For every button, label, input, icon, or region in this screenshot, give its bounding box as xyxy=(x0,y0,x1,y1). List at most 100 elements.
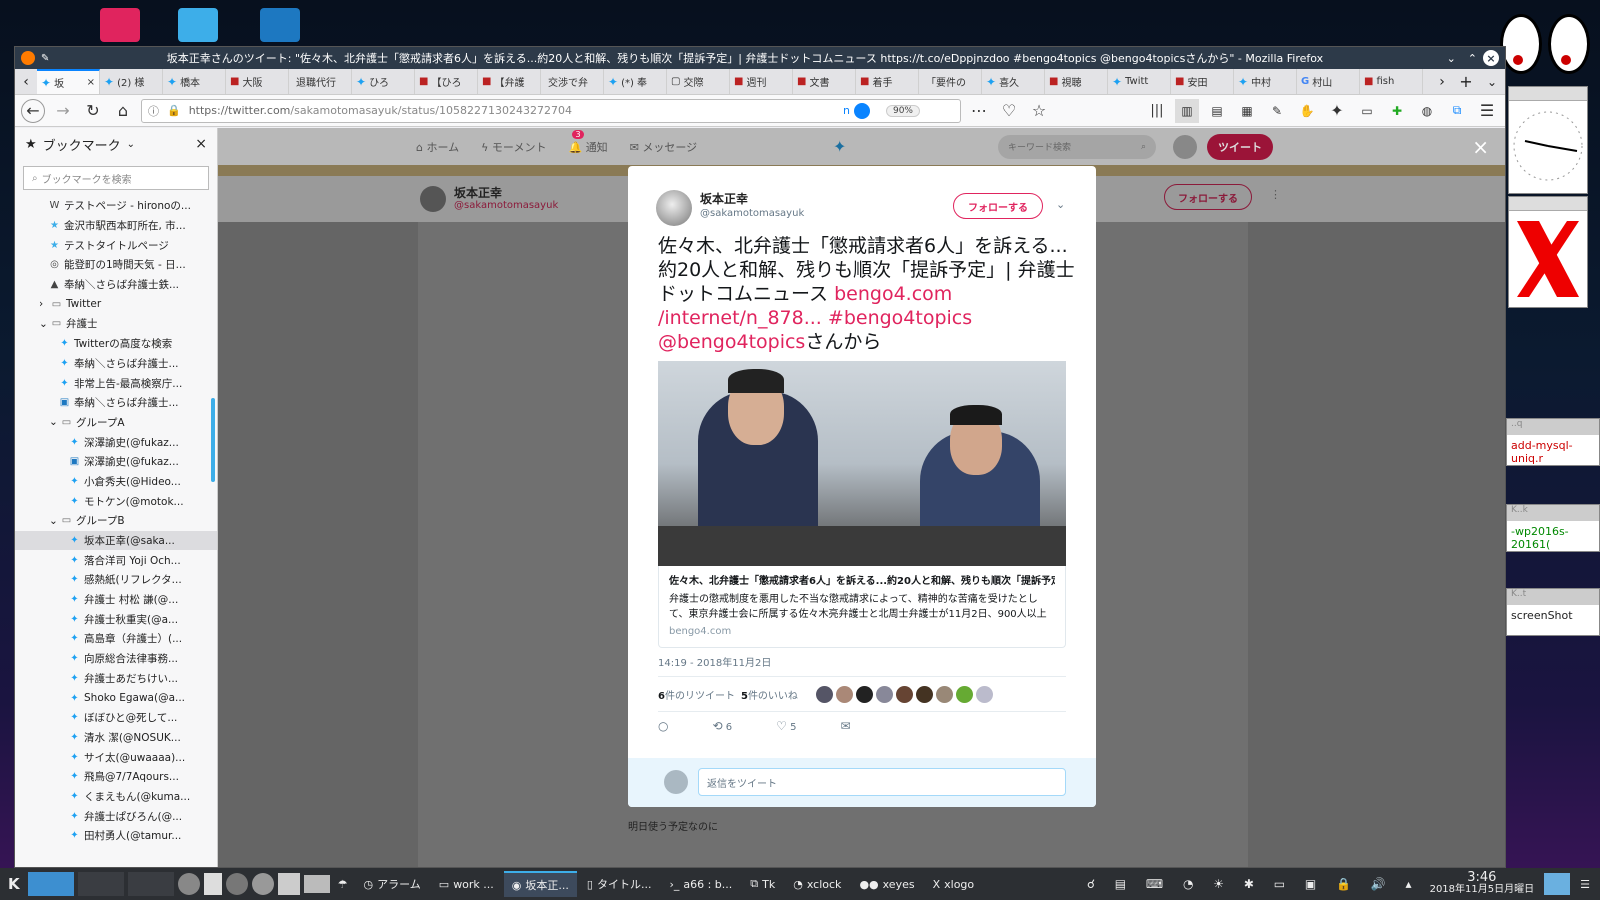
page-actions-icon[interactable]: ⋯ xyxy=(967,99,991,123)
bookmark-item[interactable]: ✦ 落合洋司 Yoji Och... xyxy=(15,550,217,570)
reply-icon[interactable]: ○ xyxy=(658,719,668,733)
clipboard-icon[interactable]: ▭ xyxy=(1355,99,1379,123)
tab-6[interactable]: ■ 【ひろ xyxy=(415,69,478,94)
extension-grid-icon[interactable]: ▦ xyxy=(1235,99,1259,123)
bookmark-item[interactable]: ✦ 深澤諭史(@fukaz... xyxy=(15,432,217,452)
twitter-logo-icon[interactable]: ✦ xyxy=(833,137,846,156)
pocket-icon[interactable]: ♡ xyxy=(997,99,1021,123)
bookmark-item[interactable]: ✦ 弁護士 村松 謙(@... xyxy=(15,590,217,610)
tweet-mention[interactable]: @bengo4topics xyxy=(658,331,805,353)
translate-extension-icon[interactable]: ⧉ xyxy=(1445,99,1469,123)
bookmark-item[interactable]: ✦ Shoko Egawa(@a... xyxy=(15,688,217,708)
tab-20[interactable]: G 村山 xyxy=(1297,69,1360,94)
bookmark-item[interactable]: ▣ 奉納＼さらば弁護士... xyxy=(15,393,217,413)
bookmark-item[interactable]: ✦ ぼぼひと@死して... xyxy=(15,708,217,728)
liker-avatar[interactable] xyxy=(815,685,833,703)
extension-hand-icon[interactable]: ✋ xyxy=(1295,99,1319,123)
tab-18[interactable]: ■ 安田 xyxy=(1171,69,1234,94)
tab-15[interactable]: ✦ 喜久 xyxy=(982,69,1045,94)
card-image[interactable] xyxy=(658,361,1066,566)
tab-1[interactable]: ✦ (2) 様 xyxy=(100,69,163,94)
tab-close-icon[interactable]: × xyxy=(87,77,95,88)
chevron-right-icon[interactable]: › xyxy=(39,298,47,310)
bookmark-folder[interactable]: ⌄ ▭ 弁護士 xyxy=(15,314,217,334)
reload-icon[interactable]: ↻ xyxy=(81,99,105,123)
bookmark-item[interactable]: ✦ 向原総合法律事務... xyxy=(15,649,217,669)
modal-close-icon[interactable]: × xyxy=(1472,135,1489,159)
task-firefox[interactable]: ◉ 坂本正... xyxy=(503,871,577,897)
chevron-down-icon[interactable]: ⌄ xyxy=(49,515,58,527)
xlogo-window[interactable] xyxy=(1508,196,1588,308)
firefox-launcher-icon[interactable] xyxy=(177,873,200,895)
nav-messages[interactable]: ✉ メッセージ xyxy=(630,139,698,155)
bookmark-item[interactable]: ✦ 弁護士あだちけい... xyxy=(15,669,217,689)
home-icon[interactable]: ⌂ xyxy=(111,99,135,123)
menu-icon[interactable]: ☰ xyxy=(1475,99,1499,123)
chevron-down-icon[interactable]: ⌄ xyxy=(39,318,48,330)
tab-9[interactable]: ✦ (*) 奉 xyxy=(604,69,667,94)
right-window-3[interactable]: K..t screenShot xyxy=(1506,588,1600,636)
globe-extension-icon[interactable]: ◍ xyxy=(1415,99,1439,123)
nav-home[interactable]: ⌂ ホーム xyxy=(416,139,459,155)
author-handle[interactable]: @sakamotomasayuk xyxy=(700,208,804,219)
like-stat[interactable]: 5件のいいね xyxy=(741,687,798,702)
clock[interactable]: 3:46 2018年11月5日月曜日 xyxy=(1430,871,1535,896)
more-icon[interactable]: ⋮ xyxy=(1270,188,1281,201)
task-doc[interactable]: ▯ タイトル... xyxy=(579,871,660,897)
bookmark-item[interactable]: ✦ 奉納＼さらば弁護士... xyxy=(15,354,217,374)
tab-10[interactable]: ▢ 交際 xyxy=(667,69,730,94)
pager-desktop-1[interactable] xyxy=(27,872,74,896)
tab-17[interactable]: ✦ Twitt xyxy=(1108,69,1171,94)
url-bar[interactable]: ⓘ 🔒 https://twitter.com/sakamotomasayuk/… xyxy=(141,98,961,123)
twitter-extension-icon[interactable]: ✦ xyxy=(1325,99,1349,123)
tab-21[interactable]: ■ fish xyxy=(1360,69,1423,94)
chevron-down-icon[interactable]: ⌄ xyxy=(49,416,58,428)
bookmark-item[interactable]: ✦ 高島章（弁護士）(... xyxy=(15,629,217,649)
nav-moments[interactable]: ϟ モーメント xyxy=(481,139,546,155)
sidebar-header[interactable]: ★ ブックマーク ⌄ × xyxy=(15,128,217,160)
extension-pen-icon[interactable]: ✎ xyxy=(1265,99,1289,123)
liker-avatar[interactable] xyxy=(835,685,853,703)
pager-desktop-2[interactable] xyxy=(77,872,124,896)
keyboard-launcher-icon[interactable] xyxy=(303,875,330,893)
library-icon[interactable]: ||| xyxy=(1145,99,1169,123)
app-launcher-icon[interactable]: K xyxy=(4,871,24,897)
new-tab-icon[interactable]: + xyxy=(1453,69,1479,94)
font-launcher-icon[interactable] xyxy=(277,873,300,895)
bookmark-folder[interactable]: › ▭ Twitter xyxy=(15,294,217,314)
retweet-stat[interactable]: 6件のリツイート xyxy=(658,687,735,702)
bookmark-item[interactable]: ✦ 感熱紙(リフレクタ... xyxy=(15,570,217,590)
bookmark-item[interactable]: ✦ 非常上告-最高検察庁... xyxy=(15,373,217,393)
tab-list-icon[interactable]: ⌄ xyxy=(1479,69,1505,94)
bookmark-item[interactable]: ✦ サイ太(@uwaaaa)... xyxy=(15,747,217,767)
chrome-launcher-icon[interactable] xyxy=(225,873,248,895)
task-tk[interactable]: ⧉ Tk xyxy=(742,871,783,897)
tab-14[interactable]: 「要件の xyxy=(919,69,982,94)
author-name[interactable]: 坂本正幸 xyxy=(700,190,748,207)
reader-icon[interactable]: ▤ xyxy=(1205,99,1229,123)
back-icon[interactable]: ← xyxy=(21,98,45,123)
tweet-hashtag[interactable]: #bengo4topics xyxy=(822,307,972,329)
tab-2[interactable]: ✦ 橋本 xyxy=(163,69,226,94)
sidebar-scrollbar[interactable] xyxy=(211,398,215,482)
xclock-window[interactable] xyxy=(1508,86,1588,194)
close-icon[interactable]: × xyxy=(1483,50,1499,66)
liker-avatar[interactable] xyxy=(955,685,973,703)
bookmark-item[interactable]: ▣ 深澤諭史(@fukaz... xyxy=(15,452,217,472)
liker-avatar[interactable] xyxy=(875,685,893,703)
liker-avatar[interactable] xyxy=(855,685,873,703)
tab-3[interactable]: ■ 大阪 xyxy=(226,69,289,94)
author-avatar[interactable] xyxy=(656,190,692,226)
title-bar[interactable]: ✎ 坂本正幸さんのツイート: "佐々木、北弁護士「懲戒請求者6人」を訴える...… xyxy=(15,47,1505,69)
bookmark-item[interactable]: ✦ 弁護士ぱびろん(@... xyxy=(15,806,217,826)
bookmark-item[interactable]: ▲ 奉納＼さらば弁護士鉄... xyxy=(15,275,217,295)
forward-icon[interactable]: → xyxy=(51,99,75,123)
bookmark-item[interactable]: ✦ Twitterの高度な検索 xyxy=(15,334,217,354)
pin-icon[interactable]: ✎ xyxy=(41,53,49,64)
tweet-button[interactable]: ツイート xyxy=(1207,133,1273,160)
tab-16[interactable]: ■ 視聴 xyxy=(1045,69,1108,94)
link-card[interactable]: 佐々木、北弁護士「懲戒請求者6人」を訴える...約20人と和解、残りも順次「提訴… xyxy=(658,566,1066,648)
reply-input[interactable]: 返信をツイート xyxy=(698,768,1066,796)
sidebar-close-icon[interactable]: × xyxy=(195,136,207,152)
text-editor-launcher-icon[interactable] xyxy=(203,873,222,895)
